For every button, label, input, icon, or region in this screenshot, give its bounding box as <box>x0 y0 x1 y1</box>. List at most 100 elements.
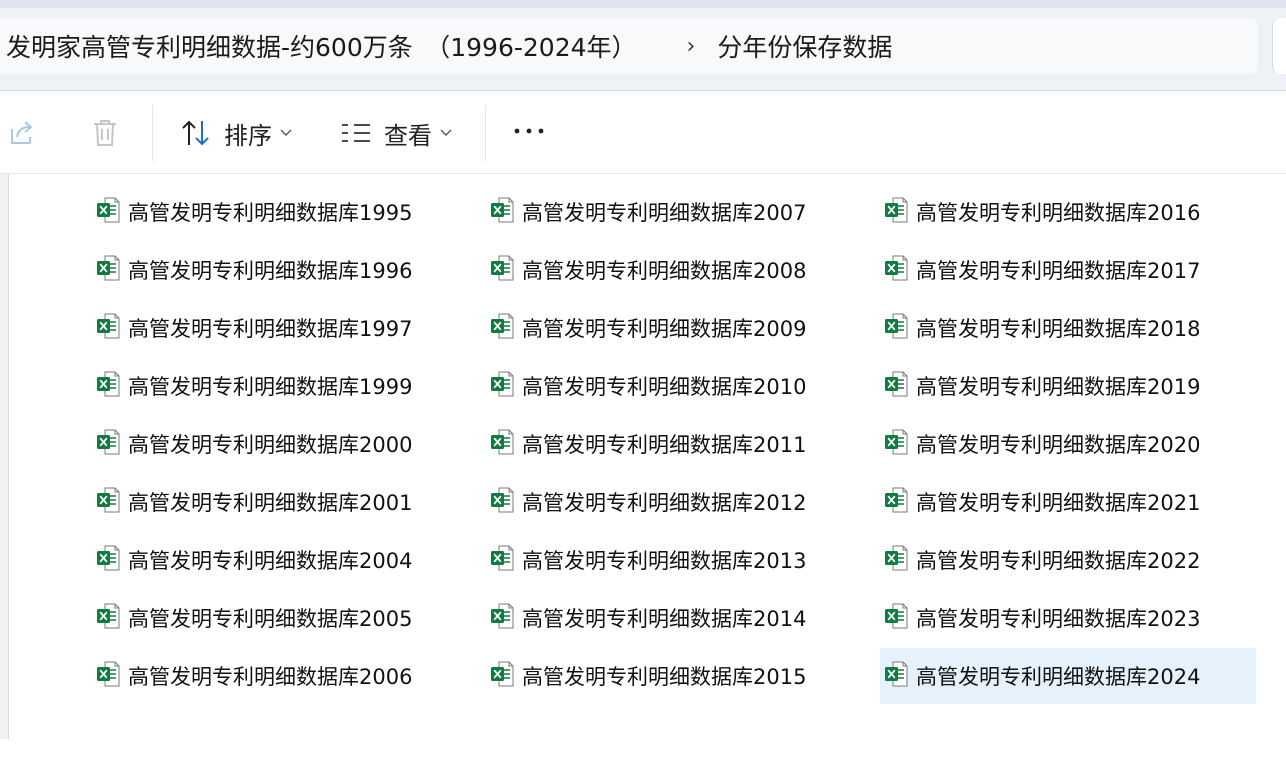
search-box-edge[interactable] <box>1272 18 1286 74</box>
more-options-button[interactable] <box>512 119 546 147</box>
excel-file-icon <box>490 661 514 692</box>
file-item[interactable]: 高管发明专利明细数据库2001 <box>92 474 468 530</box>
file-item[interactable]: 高管发明专利明细数据库1999 <box>92 358 468 414</box>
file-item[interactable]: 高管发明专利明细数据库1996 <box>92 242 468 298</box>
file-name: 高管发明专利明细数据库2022 <box>916 549 1201 573</box>
excel-file-icon <box>490 545 514 576</box>
file-item[interactable]: 高管发明专利明细数据库2018 <box>880 300 1256 356</box>
file-item[interactable]: 高管发明专利明细数据库2015 <box>486 648 862 704</box>
excel-file-icon <box>490 197 514 228</box>
excel-file-icon <box>96 545 120 576</box>
file-name: 高管发明专利明细数据库2007 <box>522 201 807 225</box>
file-item[interactable]: 高管发明专利明细数据库2012 <box>486 474 862 530</box>
file-name: 高管发明专利明细数据库1999 <box>128 375 413 399</box>
address-area: 发明家高管专利明细数据-约600万条 （1996-2024年） › 分年份保存数… <box>0 8 1286 91</box>
excel-file-icon <box>884 197 908 228</box>
breadcrumb-separator-icon[interactable]: › <box>687 34 696 59</box>
breadcrumb-current-folder[interactable]: 分年份保存数据 <box>717 28 892 64</box>
file-item[interactable]: 高管发明专利明细数据库2024 <box>880 648 1256 704</box>
list-view-icon <box>342 124 370 142</box>
breadcrumb-parent-folder[interactable]: 发明家高管专利明细数据-约600万条 （1996-2024年） <box>0 28 637 64</box>
sort-label: 排序 <box>224 121 272 150</box>
file-name: 高管发明专利明细数据库2001 <box>128 491 413 515</box>
excel-file-icon <box>96 371 120 402</box>
file-item[interactable]: 高管发明专利明细数据库2006 <box>92 648 468 704</box>
view-button[interactable]: 查看 <box>340 115 452 151</box>
file-item[interactable]: 高管发明专利明细数据库2000 <box>92 416 468 472</box>
more-dots-icon <box>514 128 544 134</box>
excel-file-icon <box>96 313 120 344</box>
file-item[interactable]: 高管发明专利明细数据库2017 <box>880 242 1256 298</box>
excel-file-icon <box>490 313 514 344</box>
excel-file-icon <box>884 603 908 634</box>
file-name: 高管发明专利明细数据库2019 <box>916 375 1201 399</box>
file-name: 高管发明专利明细数据库2014 <box>522 607 807 631</box>
excel-file-icon <box>96 603 120 634</box>
excel-file-icon <box>96 661 120 692</box>
file-name: 高管发明专利明细数据库2023 <box>916 607 1201 631</box>
file-name: 高管发明专利明细数据库2011 <box>522 433 807 457</box>
file-item[interactable]: 高管发明专利明细数据库2020 <box>880 416 1256 472</box>
toolbar-separator <box>485 105 486 161</box>
file-name: 高管发明专利明细数据库1996 <box>128 259 413 283</box>
excel-file-icon <box>884 487 908 518</box>
navigation-pane-edge[interactable] <box>0 174 9 739</box>
excel-file-icon <box>884 545 908 576</box>
chevron-down-icon <box>280 129 292 136</box>
excel-file-icon <box>490 255 514 286</box>
excel-file-icon <box>96 255 120 286</box>
file-item[interactable]: 高管发明专利明细数据库2019 <box>880 358 1256 414</box>
file-name: 高管发明专利明细数据库1995 <box>128 201 413 225</box>
address-bar[interactable]: 发明家高管专利明细数据-约600万条 （1996-2024年） › 分年份保存数… <box>0 18 1258 74</box>
file-item[interactable]: 高管发明专利明细数据库2014 <box>486 590 862 646</box>
file-item[interactable]: 高管发明专利明细数据库2016 <box>880 184 1256 240</box>
file-item[interactable]: 高管发明专利明细数据库2021 <box>880 474 1256 530</box>
excel-file-icon <box>884 255 908 286</box>
excel-file-icon <box>884 661 908 692</box>
file-name: 高管发明专利明细数据库2021 <box>916 491 1201 515</box>
file-item[interactable]: 高管发明专利明细数据库2009 <box>486 300 862 356</box>
view-label: 查看 <box>384 121 432 150</box>
file-name: 高管发明专利明细数据库2024 <box>916 665 1201 689</box>
file-name: 高管发明专利明细数据库2006 <box>128 665 413 689</box>
excel-file-icon <box>490 371 514 402</box>
file-name: 高管发明专利明细数据库2020 <box>916 433 1201 457</box>
file-name: 高管发明专利明细数据库2004 <box>128 549 413 573</box>
file-name: 高管发明专利明细数据库2013 <box>522 549 807 573</box>
file-name: 高管发明专利明细数据库2012 <box>522 491 807 515</box>
file-item[interactable]: 高管发明专利明细数据库2013 <box>486 532 862 588</box>
file-name: 高管发明专利明细数据库2009 <box>522 317 807 341</box>
file-name: 高管发明专利明细数据库2008 <box>522 259 807 283</box>
chevron-down-icon <box>440 129 452 136</box>
file-name: 高管发明专利明细数据库2016 <box>916 201 1201 225</box>
file-item[interactable]: 高管发明专利明细数据库2005 <box>92 590 468 646</box>
excel-file-icon <box>490 487 514 518</box>
file-list: 高管发明专利明细数据库1995 高管发明专利明细数据库2007 高管发明专利明细数据… <box>92 184 1256 706</box>
file-item[interactable]: 高管发明专利明细数据库2004 <box>92 532 468 588</box>
file-item[interactable]: 高管发明专利明细数据库2011 <box>486 416 862 472</box>
file-name: 高管发明专利明细数据库2015 <box>522 665 807 689</box>
file-name: 高管发明专利明细数据库2010 <box>522 375 807 399</box>
excel-file-icon <box>490 429 514 460</box>
file-item[interactable]: 高管发明专利明细数据库2022 <box>880 532 1256 588</box>
excel-file-icon <box>884 429 908 460</box>
file-item[interactable]: 高管发明专利明细数据库1997 <box>92 300 468 356</box>
file-item[interactable]: 高管发明专利明细数据库2023 <box>880 590 1256 646</box>
excel-file-icon <box>490 603 514 634</box>
file-name: 高管发明专利明细数据库2005 <box>128 607 413 631</box>
file-item[interactable]: 高管发明专利明细数据库2010 <box>486 358 862 414</box>
excel-file-icon <box>96 197 120 228</box>
file-name: 高管发明专利明细数据库1997 <box>128 317 413 341</box>
command-bar: 排序 查看 <box>0 91 1286 174</box>
trash-icon[interactable] <box>90 117 120 153</box>
file-item[interactable]: 高管发明专利明细数据库2008 <box>486 242 862 298</box>
file-item[interactable]: 高管发明专利明细数据库2007 <box>486 184 862 240</box>
excel-file-icon <box>884 313 908 344</box>
toolbar-separator <box>152 105 153 161</box>
file-name: 高管发明专利明细数据库2018 <box>916 317 1201 341</box>
file-item[interactable]: 高管发明专利明细数据库1995 <box>92 184 468 240</box>
sort-button[interactable]: 排序 <box>180 115 292 151</box>
share-icon[interactable] <box>6 117 38 153</box>
excel-file-icon <box>96 429 120 460</box>
excel-file-icon <box>884 371 908 402</box>
